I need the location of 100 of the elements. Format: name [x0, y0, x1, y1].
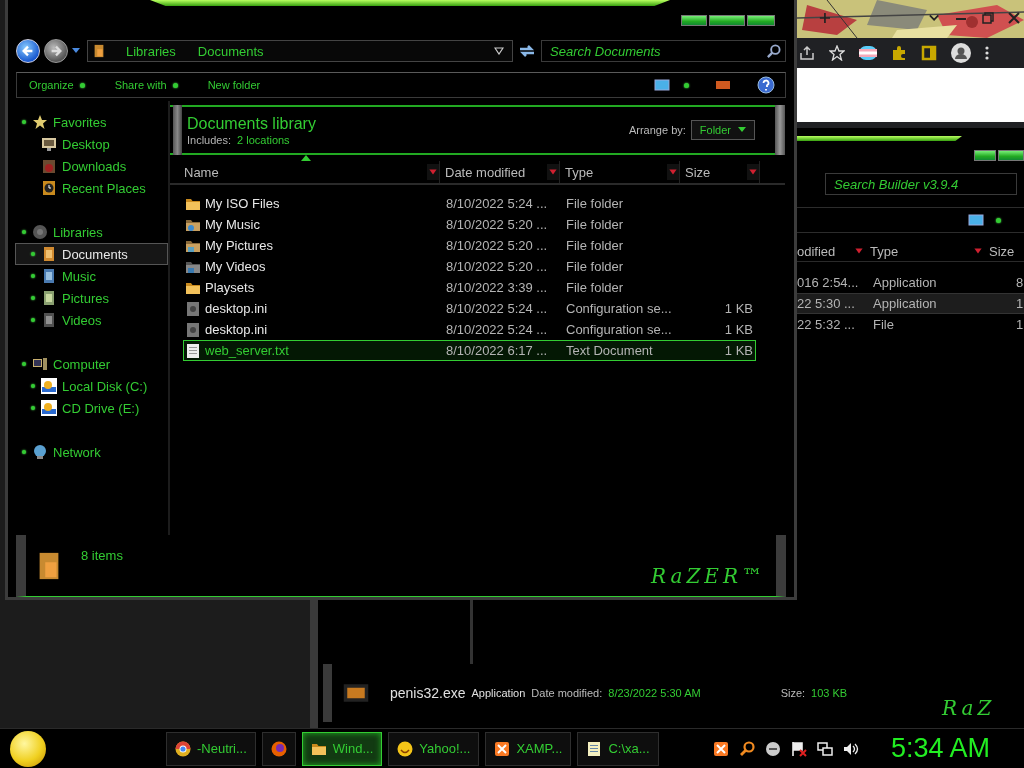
- nav-item[interactable]: Desktop: [15, 133, 168, 155]
- maximize-button[interactable]: [709, 15, 745, 26]
- search-box[interactable]: Search Builder v3.9.4: [825, 173, 1017, 195]
- profile-icon[interactable]: [951, 43, 971, 63]
- minimize-button[interactable]: [974, 150, 996, 161]
- search-icon[interactable]: [738, 740, 755, 757]
- taskbar-button[interactable]: XAMP...: [485, 731, 572, 766]
- minimize-button[interactable]: [681, 15, 707, 26]
- type-cell-text: File folder: [565, 259, 625, 274]
- close-button[interactable]: [747, 15, 775, 26]
- search-icon[interactable]: [766, 43, 781, 59]
- menu-icon[interactable]: [985, 45, 989, 61]
- address-bar[interactable]: Libraries Documents: [87, 40, 513, 62]
- type-cell-text: Application: [872, 296, 938, 311]
- search-box[interactable]: Search Documents: [541, 40, 786, 62]
- taskbar-button[interactable]: -Neutri...: [166, 731, 256, 766]
- size-cell-text: 1 KB: [723, 322, 754, 337]
- start-button[interactable]: [10, 730, 46, 767]
- file-row[interactable]: My Videos 8/10/2022 5:20 ... File folder: [183, 256, 756, 277]
- scrollbar[interactable]: [775, 105, 785, 155]
- library-icon: [92, 44, 106, 58]
- search-input[interactable]: Search Documents: [550, 43, 766, 59]
- column-header[interactable]: Type: [870, 243, 972, 259]
- file-row[interactable]: desktop.ini 8/10/2022 5:24 ... Configuration se... 1 KB: [183, 319, 756, 340]
- column-header[interactable]: Size: [680, 161, 760, 183]
- taskbar-button[interactable]: C:\xa...: [577, 731, 659, 766]
- dropdown-caret-icon[interactable]: [494, 47, 504, 55]
- file-row[interactable]: desktop.ini 8/10/2022 5:24 ... Configuration se... 1 KB: [183, 298, 756, 319]
- forward-button[interactable]: [44, 39, 68, 63]
- column-header[interactable]: Type: [560, 161, 680, 183]
- column-header[interactable]: Name: [170, 161, 440, 183]
- network-icon[interactable]: [816, 740, 833, 757]
- nav-item[interactable]: Pictures: [15, 287, 168, 309]
- nav-item[interactable]: Network: [15, 441, 168, 463]
- arrow-left-icon: [21, 44, 35, 58]
- flag-icon[interactable]: [790, 740, 807, 757]
- toolbar-button[interactable]: New folder: [207, 79, 261, 91]
- browser-icon: [175, 740, 191, 757]
- file-row[interactable]: Playsets 8/10/2022 3:39 ... File folder: [183, 277, 756, 298]
- file-row[interactable]: web_server.txt 8/10/2022 6:17 ... Text Document 1 KB: [183, 340, 756, 361]
- taskbar-button[interactable]: Wind...: [301, 731, 383, 766]
- date-cell-text: 8/10/2022 5:20 ...: [445, 217, 549, 232]
- library-icon: [41, 312, 57, 328]
- tab-search-icon[interactable]: [928, 14, 939, 22]
- view-icon[interactable]: [968, 214, 984, 226]
- flag-icon[interactable]: [859, 46, 877, 60]
- history-dropdown-icon[interactable]: [72, 48, 80, 54]
- toolbar-button[interactable]: Organize: [29, 79, 85, 91]
- caret-icon: [738, 127, 746, 133]
- nav-item[interactable]: CD Drive (E:): [15, 397, 168, 419]
- library-icon: [41, 268, 57, 284]
- column-header[interactable]: Date modified: [440, 161, 560, 183]
- date-cell-text: 8/10/2022 5:24 ...: [445, 196, 549, 211]
- taskbar-button[interactable]: [261, 731, 296, 766]
- sidebar-icon[interactable]: [921, 45, 937, 61]
- menu-dot-icon[interactable]: [996, 217, 1001, 223]
- nav-item[interactable]: Recent Places: [15, 177, 168, 199]
- nav-item[interactable]: Documents: [15, 243, 168, 265]
- nav-item[interactable]: Music: [15, 265, 168, 287]
- restore-icon[interactable]: [981, 12, 994, 24]
- back-button[interactable]: [16, 39, 40, 63]
- preview-pane-icon[interactable]: [715, 79, 731, 91]
- file-row[interactable]: 22 5:30 ... Application 1: [797, 293, 1024, 314]
- clock[interactable]: 5:34 AM: [890, 733, 990, 764]
- computer-icon: [32, 356, 48, 372]
- view-icon[interactable]: [654, 79, 670, 91]
- type-cell-text: File folder: [565, 280, 625, 295]
- menu-dot-icon[interactable]: [684, 82, 689, 88]
- new-tab-icon[interactable]: [819, 11, 831, 25]
- search-input[interactable]: Search Builder v3.9.4: [834, 176, 1012, 192]
- maximize-button[interactable]: [998, 150, 1024, 161]
- puzzle-icon[interactable]: [891, 45, 907, 61]
- breadcrumb[interactable]: Libraries: [126, 43, 176, 59]
- taskbar-button[interactable]: Yahoo!...: [388, 731, 480, 766]
- file-row[interactable]: My Pictures 8/10/2022 5:20 ... File folder: [183, 235, 756, 256]
- toolbar-button[interactable]: Share with: [114, 79, 178, 91]
- close-icon[interactable]: [1007, 12, 1020, 24]
- file-name: My ISO Files: [205, 196, 280, 211]
- file-row[interactable]: My Music 8/10/2022 5:20 ... File folder: [183, 214, 756, 235]
- breadcrumb[interactable]: Documents: [197, 43, 264, 59]
- nav-item[interactable]: Computer: [15, 353, 168, 375]
- nav-item[interactable]: Local Disk (C:): [15, 375, 168, 397]
- column-header[interactable]: odified: [797, 243, 853, 259]
- nav-item[interactable]: Favorites: [15, 111, 168, 133]
- smiley-icon: [397, 740, 414, 757]
- nav-item[interactable]: Downloads: [15, 155, 168, 177]
- app-icon[interactable]: [712, 740, 729, 757]
- file-row[interactable]: 016 2:54... Application 8: [797, 272, 1024, 293]
- nav-item[interactable]: Videos: [15, 309, 168, 331]
- status-icon[interactable]: [764, 740, 781, 757]
- file-row[interactable]: My ISO Files 8/10/2022 5:24 ... File folder: [183, 193, 756, 214]
- locations-link[interactable]: 2 locations: [237, 133, 290, 146]
- star-icon[interactable]: [829, 45, 845, 61]
- share-icon[interactable]: [799, 45, 815, 61]
- arrange-dropdown[interactable]: Folder: [690, 120, 755, 140]
- nav-item[interactable]: Libraries: [15, 221, 168, 243]
- disc-icon: [32, 224, 48, 240]
- help-icon[interactable]: [757, 76, 775, 94]
- column-header[interactable]: Size: [989, 243, 1015, 259]
- file-row[interactable]: 22 5:32 ... File 1: [797, 314, 1024, 335]
